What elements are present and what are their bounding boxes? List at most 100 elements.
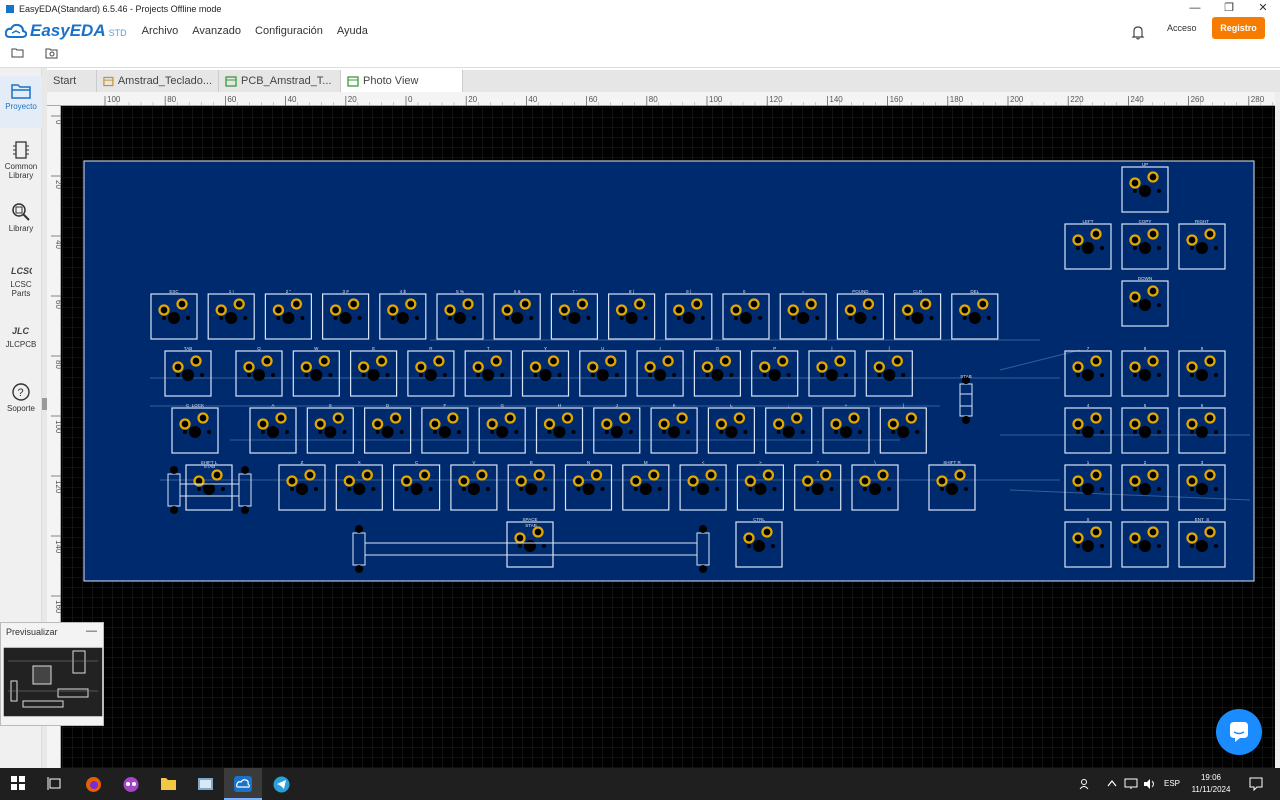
- key-label: F: [444, 403, 447, 408]
- menu-avanzado[interactable]: Avanzado: [192, 25, 241, 37]
- cloud-logo-icon: [5, 23, 27, 38]
- windows-start-icon[interactable]: [11, 776, 25, 790]
- chat-support-button[interactable]: [1216, 709, 1262, 755]
- telegram-icon[interactable]: [273, 776, 290, 793]
- mounting-hole: [740, 312, 752, 324]
- menu-ayuda[interactable]: Ayuda: [337, 25, 368, 37]
- peg-hole: [1133, 246, 1137, 250]
- through-hole-pad: [873, 361, 885, 373]
- through-hole-pad: [1186, 361, 1198, 373]
- peg-hole: [385, 373, 390, 377]
- key-label: ESC: [169, 289, 179, 294]
- tab-schematic[interactable]: Amstrad_Teclado...: [97, 70, 219, 92]
- peg-hole: [805, 487, 810, 491]
- close-button[interactable]: ✕: [1246, 0, 1280, 18]
- through-hole-pad: [215, 304, 227, 316]
- through-hole-pad: [1072, 532, 1084, 544]
- open-folder-icon[interactable]: [11, 47, 25, 59]
- notifications-icon[interactable]: [1249, 777, 1263, 791]
- peg-hole: [1100, 487, 1104, 491]
- sidebar-item-lcsc-parts[interactable]: LCSC LCSC Parts: [0, 264, 42, 304]
- restore-button[interactable]: ❐: [1212, 0, 1246, 18]
- mounting-hole: [1196, 242, 1208, 254]
- peg-hole: [219, 316, 224, 320]
- menu-archivo[interactable]: Archivo: [142, 25, 179, 37]
- taskbar-easyeda-active[interactable]: [224, 768, 262, 800]
- show-hidden-icons-icon[interactable]: [1107, 779, 1117, 787]
- tab-pcb[interactable]: PCB_Amstrad_T...: [219, 70, 341, 92]
- key-label: H: [558, 403, 561, 408]
- login-link[interactable]: Acceso: [1167, 23, 1197, 33]
- tab-photo-view[interactable]: Photo View: [341, 70, 463, 92]
- peg-hole: [915, 430, 920, 434]
- ruler-label: 60: [589, 95, 598, 104]
- tor-browser-icon[interactable]: [122, 776, 140, 793]
- easyeda-logo: EasyEDA STD: [5, 21, 127, 41]
- file-explorer-icon[interactable]: [160, 776, 177, 791]
- through-hole-pad: [1204, 469, 1216, 481]
- network-icon[interactable]: [1124, 778, 1138, 790]
- through-hole-pad: [347, 298, 360, 310]
- peg-hole: [1214, 373, 1218, 377]
- photo-view-canvas[interactable]: 100 80 60 40 20 0 20 40 60 80 100 120 140 160 180 200 22…: [47, 92, 1275, 768]
- key-label: I: [659, 346, 660, 351]
- tab-start[interactable]: Start: [47, 70, 97, 92]
- key-label: S: [329, 403, 332, 408]
- key-label: V: [472, 460, 475, 465]
- key-label: .: [1144, 517, 1145, 522]
- firefox-icon[interactable]: [85, 776, 102, 793]
- photos-app-icon[interactable]: [197, 776, 214, 792]
- through-hole-pad: [486, 418, 498, 430]
- sidebar-item-soporte[interactable]: ? Soporte: [0, 382, 42, 418]
- sidebar-item-label: Library: [8, 224, 34, 233]
- mounting-hole: [267, 426, 279, 438]
- bell-icon[interactable]: [1131, 25, 1145, 40]
- people-icon[interactable]: [1079, 778, 1093, 790]
- key-label: ENT_S: [1195, 517, 1210, 522]
- peg-hole: [1190, 373, 1194, 377]
- ruler-label: 100: [107, 95, 121, 104]
- language-indicator[interactable]: ESP: [1164, 779, 1180, 788]
- through-hole-pad: [762, 469, 775, 481]
- tab-label: Photo View: [363, 75, 419, 87]
- task-view-icon[interactable]: [47, 776, 63, 792]
- peg-hole: [986, 316, 991, 320]
- key-label: 5 %: [456, 289, 464, 294]
- mounting-hole: [797, 312, 810, 324]
- pcb-photo-view[interactable]: UPLEFT COPY RIGHTDOWNESC 1 ! 2 " 3 #4 $5 % 6 &…: [62, 107, 1275, 768]
- register-button[interactable]: Registro: [1212, 17, 1265, 39]
- through-hole-pad: [719, 355, 732, 367]
- key-label: 3 #: [342, 289, 349, 294]
- through-hole-pad: [179, 418, 191, 430]
- right-panel-edge[interactable]: [1275, 92, 1280, 768]
- mounting-hole: [811, 483, 824, 495]
- peg-hole: [357, 316, 362, 320]
- peg-hole: [183, 430, 187, 434]
- ruler-label: 200: [1010, 95, 1024, 104]
- peg-hole: [791, 316, 796, 320]
- save-image-icon[interactable]: [45, 47, 59, 60]
- through-hole-pad: [1186, 475, 1198, 487]
- peg-hole: [290, 487, 294, 491]
- peg-hole: [328, 373, 333, 377]
- peg-hole: [576, 487, 581, 491]
- menu-configuracion[interactable]: Configuración: [255, 25, 323, 37]
- volume-icon[interactable]: [1143, 778, 1157, 790]
- sidebar-item-common-library[interactable]: Common Library: [0, 140, 42, 186]
- help-icon: ?: [12, 383, 30, 401]
- board-thumbnail[interactable]: [3, 641, 103, 717]
- mounting-hole: [553, 426, 566, 438]
- sidebar-item-library[interactable]: Library: [0, 202, 42, 242]
- minimize-button[interactable]: —: [1178, 0, 1212, 18]
- through-hole-pad: [272, 304, 285, 316]
- preview-minimize-button[interactable]: —: [86, 625, 97, 637]
- peg-hole: [786, 373, 791, 377]
- mounting-hole: [353, 483, 366, 495]
- sidebar-item-jlcpcb[interactable]: JLC JLCPCB: [0, 324, 42, 356]
- through-hole-pad: [515, 475, 527, 487]
- through-hole-pad: [959, 304, 971, 316]
- peg-hole: [414, 316, 419, 320]
- system-clock[interactable]: 19:06 11/11/2024: [1190, 772, 1232, 796]
- sidebar-item-proyecto[interactable]: Proyecto: [0, 76, 42, 128]
- stab-label: STAB: [525, 523, 536, 528]
